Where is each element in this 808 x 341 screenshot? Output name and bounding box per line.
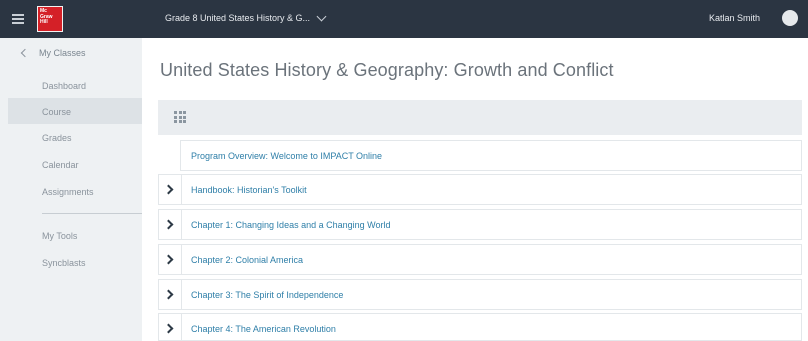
- sidebar-item-calendar[interactable]: Calendar: [42, 160, 79, 170]
- chevron-down-icon: [316, 11, 327, 21]
- row-label[interactable]: Chapter 4: The American Revolution: [191, 324, 336, 334]
- course-content-header: [158, 100, 802, 135]
- expand-toggle[interactable]: [159, 175, 182, 204]
- sidebar-item-dashboard[interactable]: Dashboard: [42, 81, 86, 91]
- chevron-right-icon: [163, 254, 174, 265]
- course-row-chapter-1[interactable]: Chapter 1: Changing Ideas and a Changing…: [158, 209, 802, 240]
- sidebar-item-syncblasts[interactable]: Syncblasts: [42, 258, 86, 268]
- page-title: United States History & Geography: Growt…: [160, 60, 614, 80]
- sidebar-item-assignments[interactable]: Assignments: [42, 187, 94, 197]
- chevron-right-icon: [163, 289, 174, 300]
- chevron-right-icon: [163, 184, 174, 195]
- sidebar-active-highlight: [8, 98, 142, 124]
- course-selector-dropdown[interactable]: Grade 8 United States History & G...: [165, 11, 327, 23]
- expand-toggle[interactable]: [159, 314, 182, 340]
- course-row-chapter-3[interactable]: Chapter 3: The Spirit of Independence: [158, 279, 802, 310]
- chevron-right-icon: [163, 219, 174, 230]
- sidebar-divider: [42, 213, 142, 214]
- course-row-chapter-4[interactable]: Chapter 4: The American Revolution: [158, 313, 802, 341]
- avatar[interactable]: [782, 10, 798, 26]
- course-row-chapter-2[interactable]: Chapter 2: Colonial America: [158, 244, 802, 275]
- user-name[interactable]: Katlan Smith: [709, 13, 760, 23]
- expand-toggle[interactable]: [159, 280, 182, 309]
- row-label[interactable]: Program Overview: Welcome to IMPACT Onli…: [191, 151, 382, 161]
- sidebar-item-my-tools[interactable]: My Tools: [42, 231, 77, 241]
- sidebar-item-course[interactable]: Course: [42, 107, 71, 117]
- back-to-my-classes-link[interactable]: My Classes: [20, 48, 86, 58]
- sidebar-item-grades[interactable]: Grades: [42, 133, 72, 143]
- course-selector-label: Grade 8 United States History & G...: [165, 13, 311, 23]
- mcgraw-hill-logo[interactable]: Mc Graw Hill: [37, 6, 63, 32]
- course-row-handbook[interactable]: Handbook: Historian's Toolkit: [158, 174, 802, 205]
- chevron-right-icon: [163, 323, 174, 334]
- expand-toggle[interactable]: [159, 210, 182, 239]
- course-row-program-overview[interactable]: Program Overview: Welcome to IMPACT Onli…: [180, 140, 802, 171]
- chevron-left-icon: [20, 48, 30, 58]
- logo-text: Mc Graw Hill: [40, 8, 53, 25]
- row-label[interactable]: Chapter 3: The Spirit of Independence: [191, 290, 343, 300]
- top-navigation-bar: [0, 0, 808, 38]
- hamburger-menu-icon[interactable]: [12, 14, 24, 24]
- row-label[interactable]: Chapter 2: Colonial America: [191, 255, 303, 265]
- back-label: My Classes: [39, 48, 86, 58]
- expand-toggle[interactable]: [159, 245, 182, 274]
- row-label[interactable]: Handbook: Historian's Toolkit: [191, 185, 307, 195]
- grid-view-icon[interactable]: [174, 111, 186, 123]
- row-label[interactable]: Chapter 1: Changing Ideas and a Changing…: [191, 220, 390, 230]
